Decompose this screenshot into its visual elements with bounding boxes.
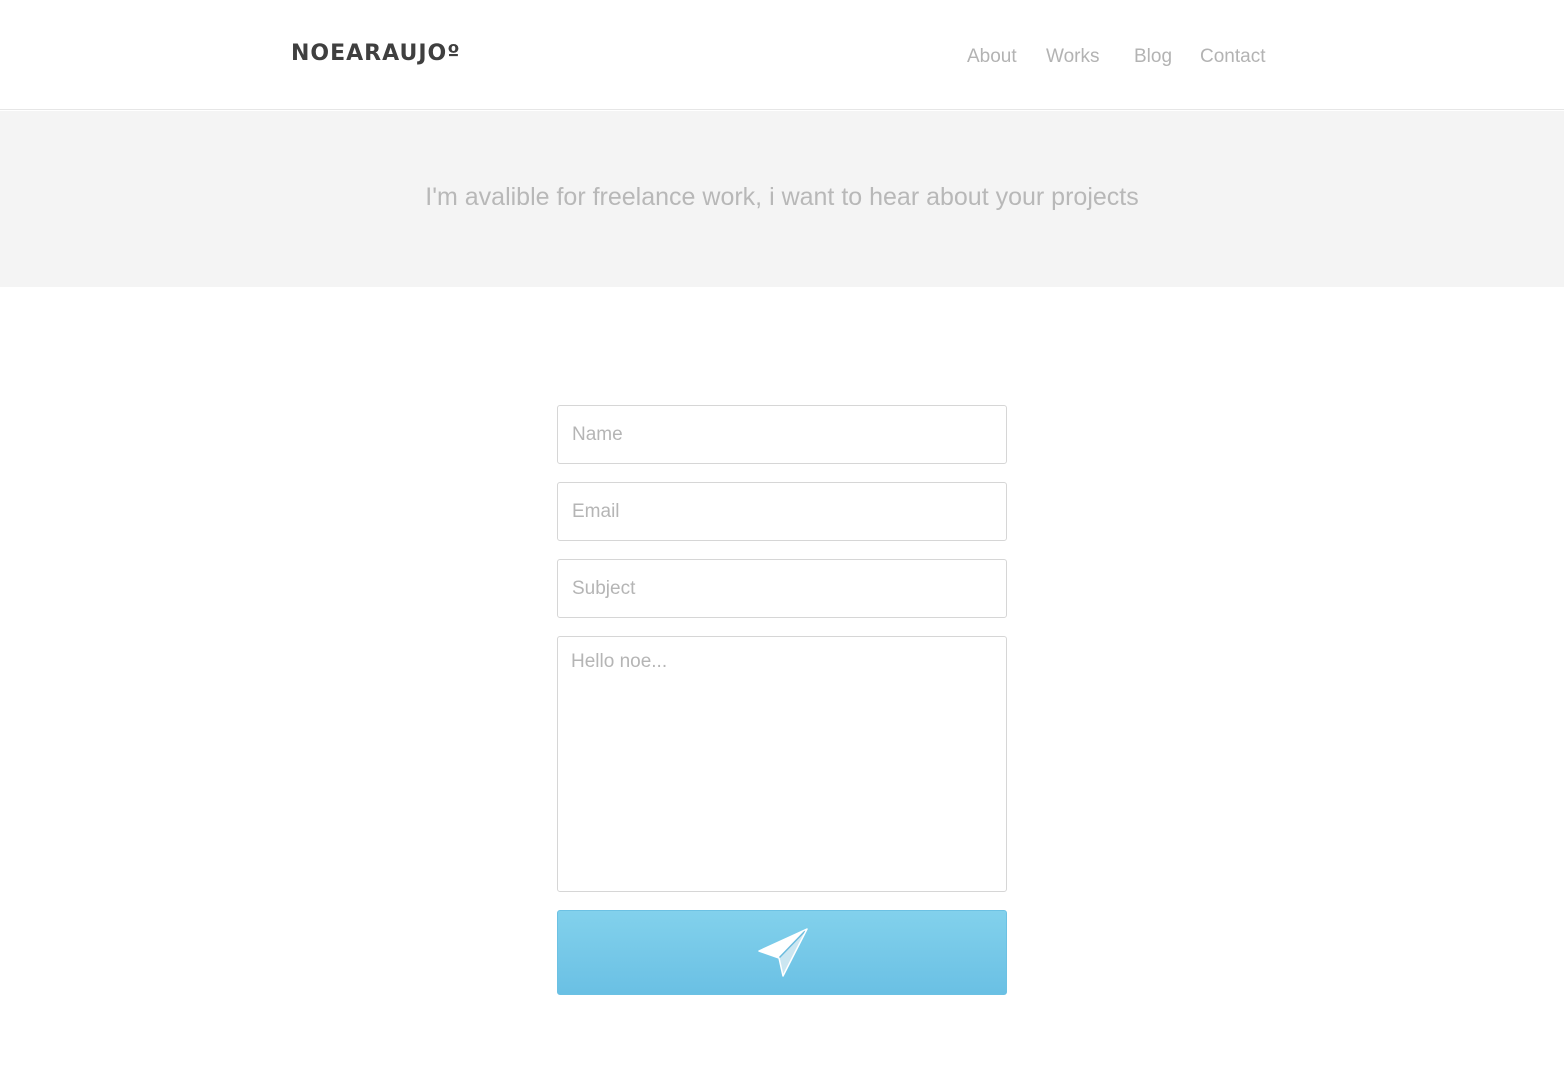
nav-link-blog[interactable]: Blog	[1134, 46, 1172, 68]
nav-link-contact[interactable]: Contact	[1200, 46, 1265, 68]
nav-link-works[interactable]: Works	[1046, 46, 1099, 68]
name-input[interactable]	[557, 405, 1007, 464]
site-logo[interactable]: NOEARAUJOº	[291, 41, 461, 66]
hero-text: I'm avalible for freelance work, i want …	[425, 183, 1139, 211]
nav-link-about[interactable]: About	[967, 46, 1017, 68]
paper-plane-icon	[758, 928, 808, 977]
hero-banner: I'm avalible for freelance work, i want …	[0, 111, 1564, 287]
site-header: NOEARAUJOº About Works Blog Contact	[0, 0, 1564, 110]
send-button[interactable]	[557, 910, 1007, 995]
email-input[interactable]	[557, 482, 1007, 541]
subject-input[interactable]	[557, 559, 1007, 618]
message-textarea[interactable]	[557, 636, 1007, 892]
